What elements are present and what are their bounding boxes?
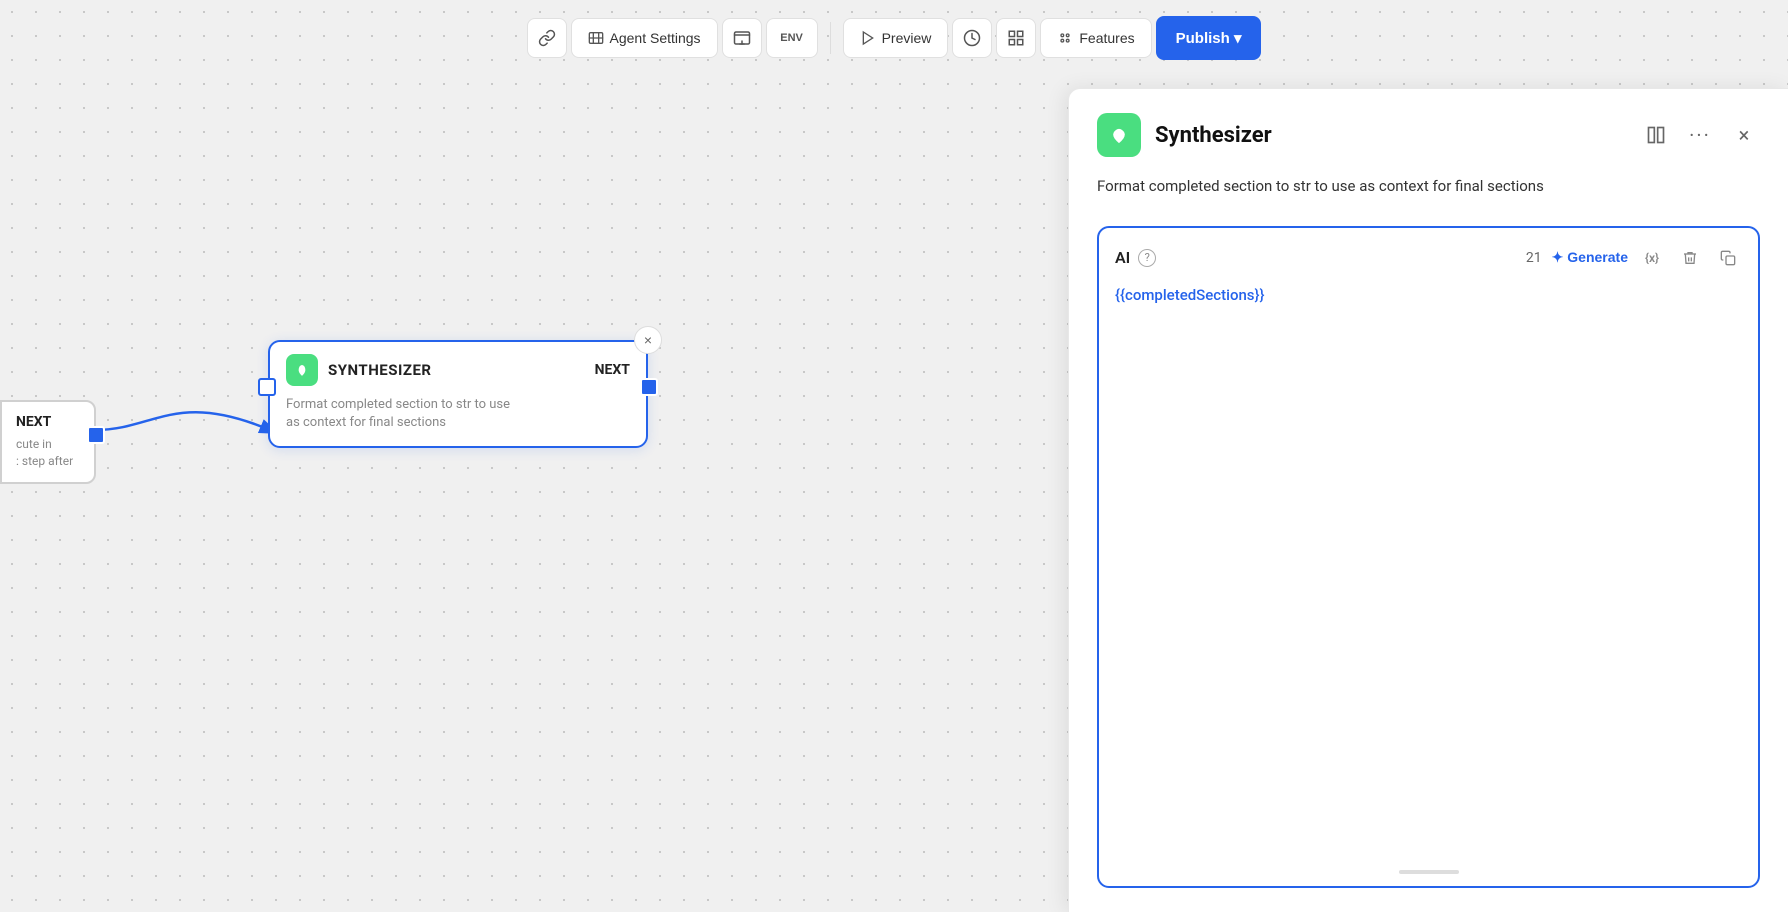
synth-node-next: NEXT [595,362,630,378]
prev-node-desc: cute in : step after [16,436,80,470]
synth-node-top: SYNTHESIZER NEXT [270,342,646,386]
synth-left-connector [258,378,276,396]
prompt-content[interactable]: {{completedSections}} [1115,286,1742,871]
preview-label: Preview [882,30,932,46]
panel-title: Synthesizer [1155,123,1272,148]
prompt-count: 21 [1526,250,1542,266]
toolbar-divider [830,22,831,54]
prompt-header: AI ? 21 ✦ Generate {x} [1115,244,1742,272]
screen-button[interactable] [722,18,762,58]
copy-icon-button[interactable] [1714,244,1742,272]
synth-node-title: SYNTHESIZER [328,361,432,379]
node-close-button[interactable]: × [634,326,662,354]
synth-node-footer: Format completed section to str to use a… [270,386,646,446]
preview-button[interactable]: Preview [843,18,949,58]
toolbar-right-group: Preview Features Publish ▾ [843,16,1262,60]
features-button[interactable]: Features [1040,18,1151,58]
prompt-variable: {{completedSections}} [1115,286,1265,304]
agent-settings-button[interactable]: Agent Settings [571,18,718,58]
flow-arrow [95,400,270,460]
panel-description: Format completed section to str to use a… [1097,175,1760,198]
panel-expand-button[interactable] [1640,119,1672,151]
delete-icon-button[interactable] [1676,244,1704,272]
history-button[interactable] [952,18,992,58]
prev-node: NEXT cute in : step after [0,400,96,484]
generate-label: ✦ Generate [1552,249,1628,266]
features-label: Features [1079,30,1134,46]
env-button[interactable]: ENV [766,18,818,58]
panel-more-button[interactable]: ··· [1684,119,1716,151]
right-panel: Synthesizer ··· × Format completed secti… [1068,88,1788,912]
panel-header-actions: ··· × [1640,119,1760,151]
panel-close-button[interactable]: × [1728,119,1760,151]
toolbar-left-group: Agent Settings ENV [527,18,818,58]
env-label: ENV [780,32,803,44]
publish-button[interactable]: Publish ▾ [1156,16,1262,60]
synth-node-logo [286,354,318,386]
publish-label: Publish ▾ [1176,29,1242,47]
synth-node-desc: Format completed section to str to use a… [286,396,526,432]
agent-settings-label: Agent Settings [610,30,701,46]
prompt-box: AI ? 21 ✦ Generate {x} [1097,226,1760,889]
prompt-label-group: AI ? [1115,248,1156,267]
synth-right-connector [640,378,658,396]
prompt-help-button[interactable]: ? [1138,249,1156,267]
panel-title-group: Synthesizer [1097,113,1272,157]
link-button[interactable] [527,18,567,58]
synthesizer-node: × SYNTHESIZER NEXT Format completed sect… [268,340,648,448]
panel-header: Synthesizer ··· × [1097,113,1760,157]
prompt-label: AI [1115,248,1130,267]
prev-node-connector [87,426,105,444]
prompt-scrollbar [1399,870,1459,874]
toolbar: Agent Settings ENV Preview [0,0,1788,76]
prev-next-label: NEXT [16,414,51,430]
panel-logo [1097,113,1141,157]
prompt-actions: 21 ✦ Generate {x} [1526,244,1742,272]
generate-button[interactable]: ✦ Generate [1552,249,1628,266]
variable-icon-button[interactable]: {x} [1638,244,1666,272]
layout-button[interactable] [996,18,1036,58]
